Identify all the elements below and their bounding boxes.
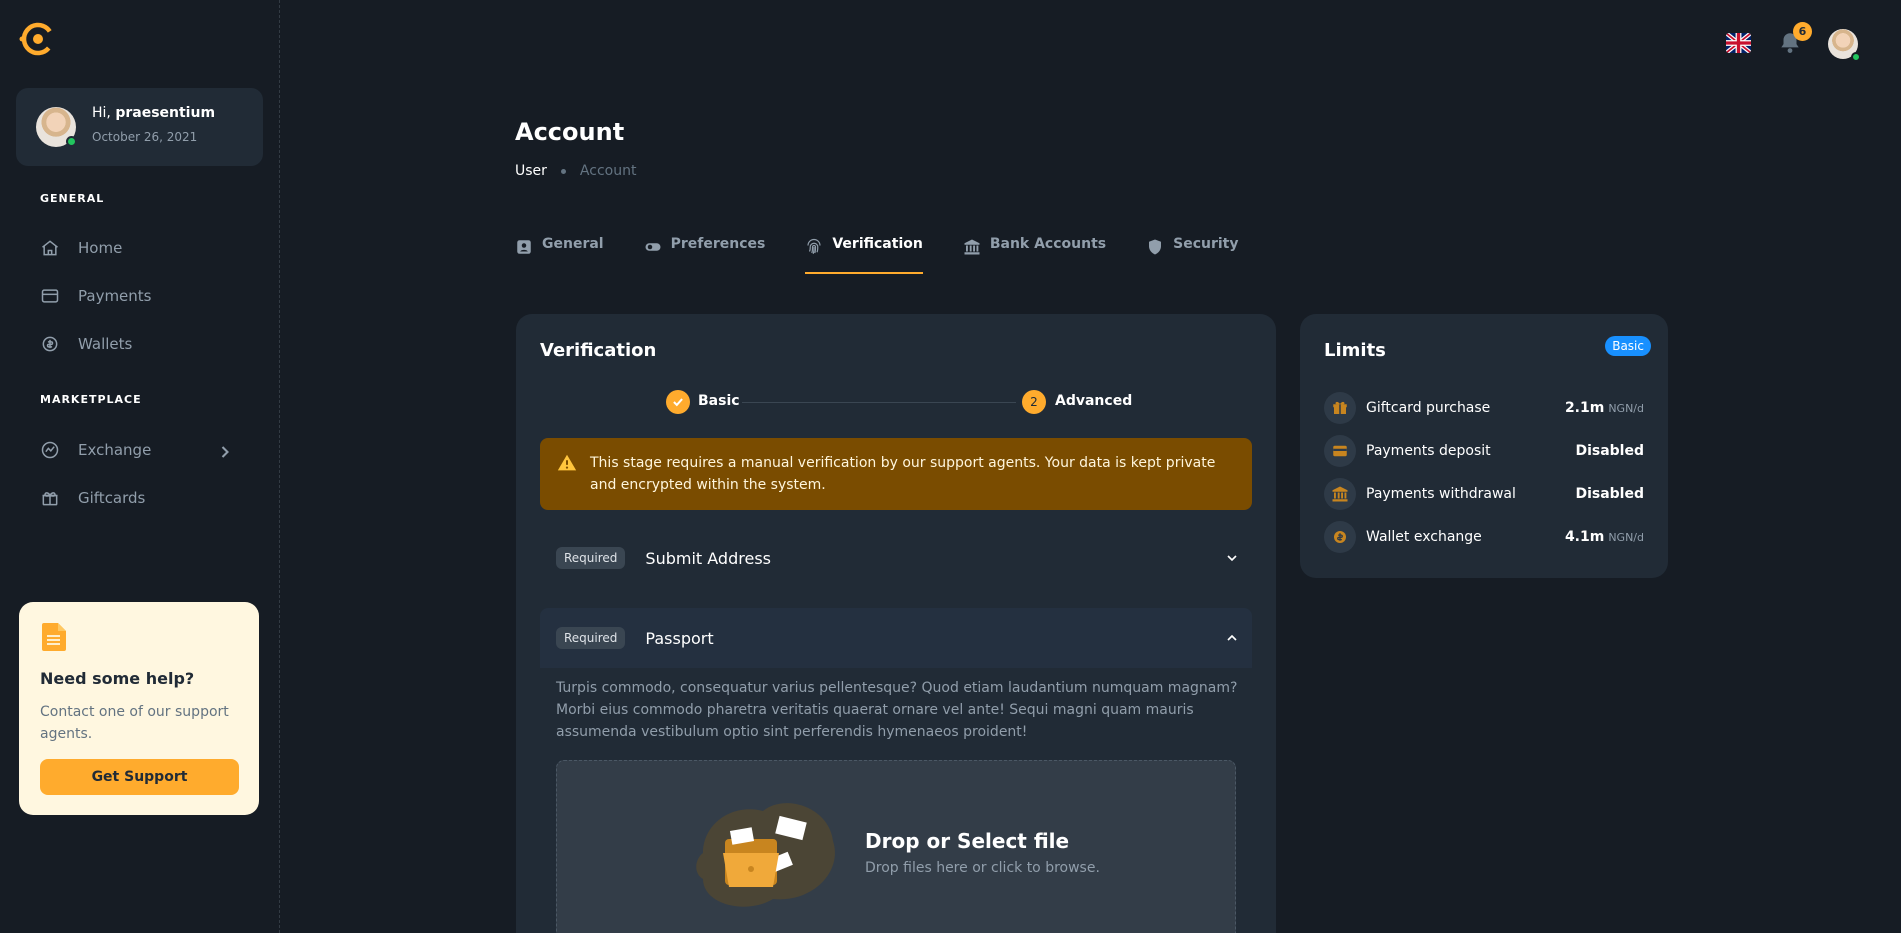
fingerprint-icon: [807, 238, 821, 254]
nav-item-home-label: Home: [78, 239, 123, 257]
user-greeting: Hi, praesentium: [92, 105, 216, 121]
account-tabs: General Preferences Verification Bank Ac…: [515, 236, 1278, 274]
card-icon: [41, 289, 59, 303]
nav-item-payments-label: Payments: [78, 287, 152, 305]
verification-alert: This stage requires a manual verificatio…: [540, 438, 1252, 510]
gift-icon: [1324, 392, 1356, 424]
sidebar: Hi, praesentium October 26, 2021 GENERAL…: [0, 0, 280, 933]
file-dropzone[interactable]: Drop or Select file Drop files here or c…: [556, 760, 1236, 933]
home-icon: [42, 240, 58, 256]
nav-section-general: GENERAL: [40, 192, 105, 205]
card-icon: [1324, 435, 1356, 467]
accordion-label: Submit Address: [645, 548, 771, 568]
page-title: Account: [515, 118, 625, 146]
tier-badge: Basic: [1605, 336, 1651, 356]
breadcrumb-account: Account: [579, 163, 637, 179]
dropzone-title: Drop or Select file: [865, 829, 1070, 853]
accordion-submit-address[interactable]: Required Submit Address: [540, 528, 1252, 588]
required-badge: Required: [556, 547, 626, 569]
nav-item-giftcards[interactable]: Giftcards: [16, 476, 263, 520]
verification-card: Verification Basic 2 Advanced This stage…: [516, 314, 1276, 933]
limit-name: Payments withdrawal: [1366, 486, 1516, 502]
online-status-dot: [66, 136, 77, 147]
limit-value: Disabled: [1575, 486, 1644, 502]
chart-icon: [41, 441, 59, 459]
toggle-icon: [645, 243, 661, 251]
document-icon: [42, 623, 66, 651]
breadcrumb: User Account: [515, 163, 636, 179]
bank-icon: [1324, 478, 1356, 510]
accordion-passport[interactable]: Required Passport: [540, 608, 1252, 668]
bank-icon: [964, 239, 980, 255]
tab-bank-accounts[interactable]: Bank Accounts: [963, 236, 1106, 274]
upload-illustration-icon: [696, 803, 835, 907]
accordion-label: Passport: [645, 628, 714, 648]
avatar: [36, 107, 77, 147]
chevron-right-icon: [221, 446, 229, 458]
warning-icon: [557, 454, 577, 471]
tab-verification[interactable]: Verification: [805, 236, 924, 274]
notification-badge: 6: [1793, 22, 1812, 41]
chevron-down-icon: [1227, 555, 1237, 562]
tab-general[interactable]: General: [515, 236, 604, 274]
chevron-up-icon: [1227, 634, 1237, 641]
shield-icon: [1149, 239, 1162, 255]
nav-item-wallets-label: Wallets: [78, 335, 133, 353]
limit-name: Wallet exchange: [1366, 529, 1482, 545]
limit-value: Disabled: [1575, 443, 1644, 459]
tab-security[interactable]: Security: [1146, 236, 1238, 274]
limit-row: Payments deposit Disabled: [1324, 435, 1644, 467]
gift-icon: [42, 492, 58, 506]
nav-item-home[interactable]: Home: [16, 226, 263, 270]
limits-title: Limits: [1324, 340, 1386, 361]
coins-icon: [1324, 521, 1356, 553]
step-advanced-number: 2: [1022, 390, 1046, 414]
id-card-icon: [517, 240, 531, 254]
step-connector: [742, 402, 1016, 403]
nav-item-wallets[interactable]: Wallets: [16, 322, 263, 366]
user-date: October 26, 2021: [92, 130, 198, 144]
required-badge: Required: [556, 627, 626, 649]
limit-value: 2.1m NGN/d: [1564, 400, 1644, 416]
get-support-button[interactable]: Get Support: [40, 759, 239, 795]
passport-description: Turpis commodo, consequatur varius pelle…: [556, 680, 1238, 740]
nav-item-exchange-label: Exchange: [78, 441, 152, 459]
verification-title: Verification: [540, 340, 657, 361]
nav-item-giftcards-label: Giftcards: [78, 489, 146, 507]
tab-preferences[interactable]: Preferences: [644, 236, 765, 274]
limit-value: 4.1m NGN/d: [1564, 529, 1644, 545]
step-advanced-label: Advanced: [1055, 393, 1133, 409]
help-card: Need some help? Contact one of our suppo…: [19, 602, 259, 815]
limit-row: Wallet exchange 4.1m NGN/d: [1324, 521, 1644, 553]
logo-icon[interactable]: [18, 20, 56, 58]
limits-card: Limits Basic Giftcard purchase 2.1m NGN/d…: [1300, 314, 1668, 578]
nav-section-marketplace: MARKETPLACE: [40, 393, 142, 406]
user-name: praesentium: [115, 105, 216, 121]
online-status-dot: [1851, 52, 1861, 62]
limit-row: Payments withdrawal Disabled: [1324, 478, 1644, 510]
header-avatar[interactable]: [1828, 29, 1861, 62]
limit-name: Giftcard purchase: [1366, 400, 1491, 416]
user-card[interactable]: Hi, praesentium October 26, 2021: [16, 88, 263, 166]
alert-text: This stage requires a manual verificatio…: [590, 455, 1216, 493]
limit-row: Giftcard purchase 2.1m NGN/d: [1324, 392, 1644, 424]
step-basic-check-icon: [666, 390, 690, 414]
help-text: Contact one of our support agents.: [40, 704, 229, 742]
breadcrumb-user[interactable]: User: [515, 163, 547, 179]
verification-stepper: Basic 2 Advanced: [666, 390, 1146, 414]
help-title: Need some help?: [40, 669, 195, 688]
nav-item-exchange[interactable]: Exchange: [16, 428, 263, 472]
step-basic-label: Basic: [698, 393, 740, 409]
breadcrumb-separator: [560, 168, 566, 174]
limit-name: Payments deposit: [1366, 443, 1491, 459]
nav-item-payments[interactable]: Payments: [16, 274, 263, 318]
dropzone-subtitle: Drop files here or click to browse.: [865, 860, 1100, 876]
coins-icon: [42, 336, 58, 352]
uk-flag-icon[interactable]: [1726, 33, 1751, 53]
